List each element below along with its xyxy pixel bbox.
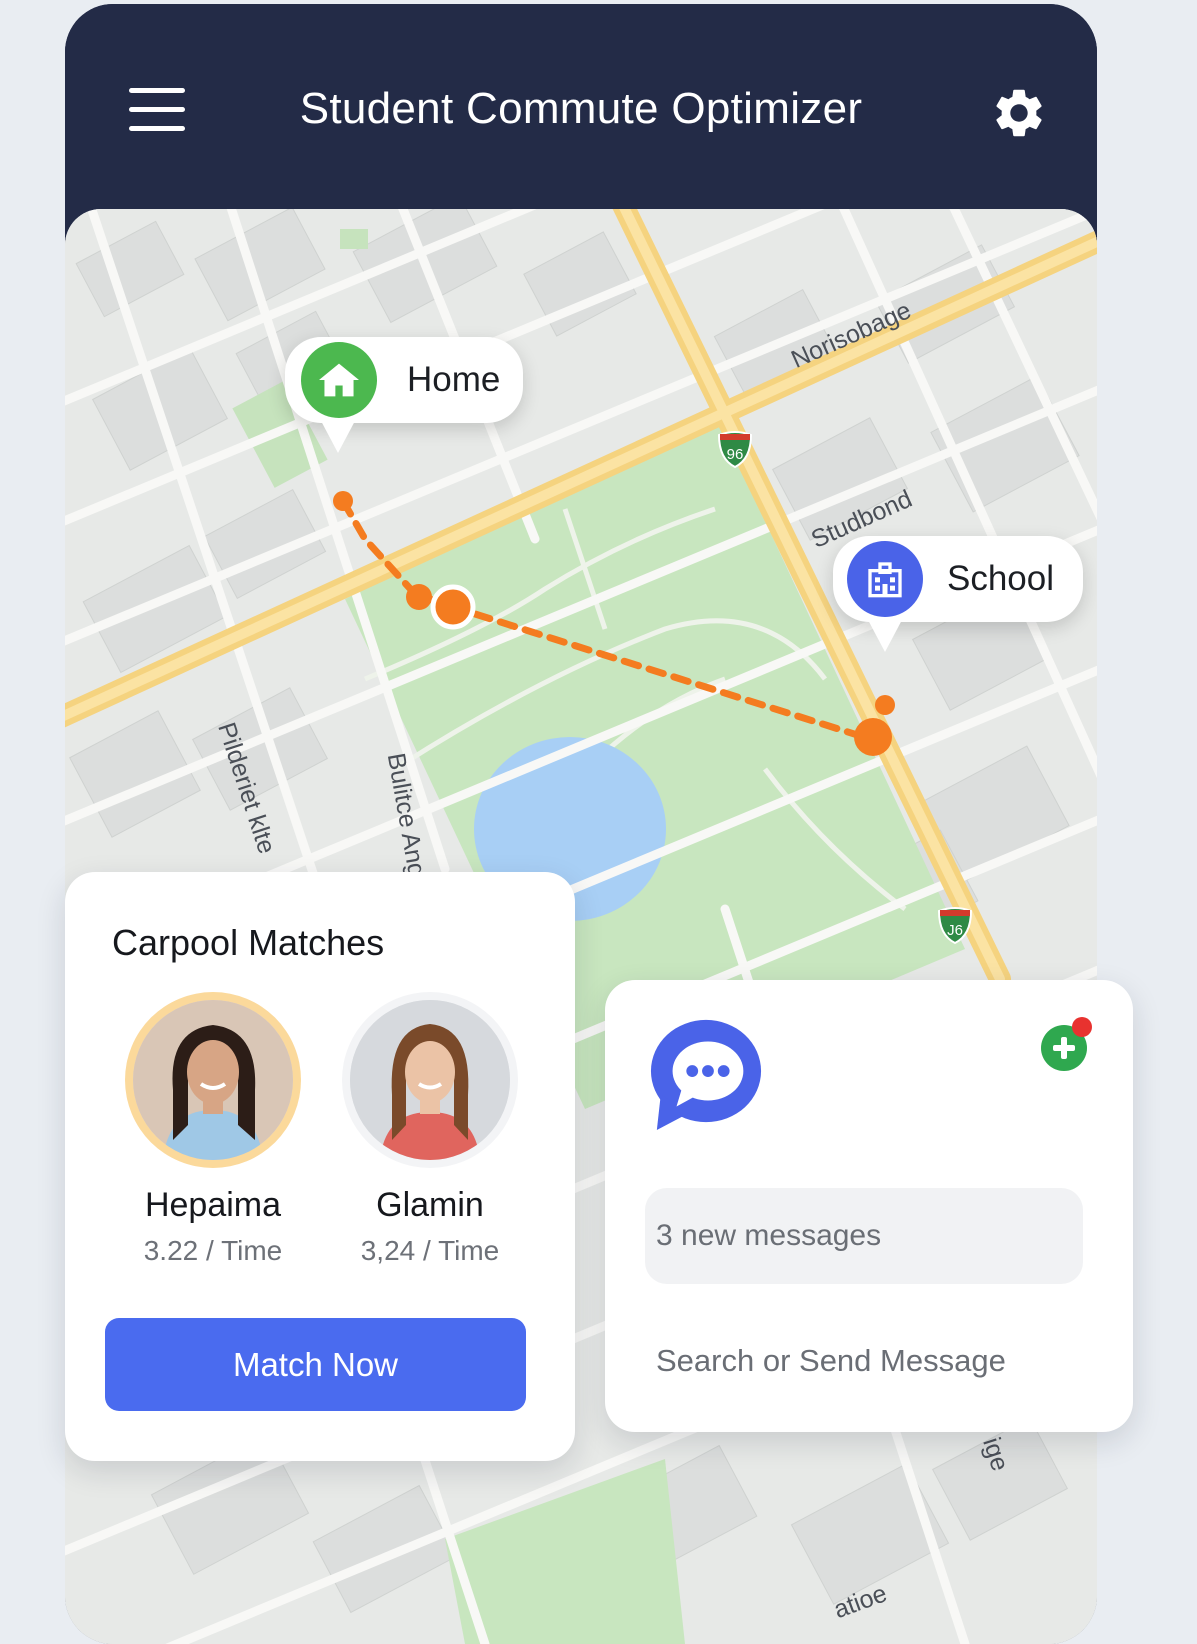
match-time: 3.22 / Time <box>143 1235 283 1266</box>
message-search-input[interactable] <box>645 1326 1083 1396</box>
carpool-title: Carpool Matches <box>112 922 385 963</box>
school-pin-label: School <box>947 559 1055 598</box>
new-messages-indicator[interactable]: 3 new messages <box>645 1188 1083 1284</box>
highway-shield-icon: J6 <box>937 907 973 945</box>
school-pin[interactable]: School <box>833 536 1083 652</box>
house-icon <box>301 342 377 418</box>
carpool-matches-card: Carpool Matches Hepaima 3.22 / Time Glam… <box>65 872 575 1461</box>
carpool-match-item[interactable]: Glamin 3,24 / Time <box>335 1000 525 1267</box>
match-name: Hepaima <box>144 1186 282 1224</box>
shield-number-top: 96 <box>727 446 744 463</box>
shield-number-bottom: J6 <box>947 922 963 939</box>
match-name: Glamin <box>376 1186 484 1224</box>
school-building-icon <box>847 541 923 617</box>
match-now-button[interactable]: Match Now <box>105 1318 526 1411</box>
gear-icon[interactable] <box>990 84 1048 142</box>
app-header: Student Commute Optimizer <box>65 4 1097 234</box>
add-contact-icon[interactable] <box>1038 1016 1094 1072</box>
chat-bubble-icon[interactable] <box>647 1016 765 1132</box>
home-pin[interactable]: Home <box>285 337 523 453</box>
carpool-match-item[interactable]: Hepaima 3.22 / Time <box>118 1000 308 1267</box>
page-title: Student Commute Optimizer <box>299 84 863 133</box>
match-time: 3,24 / Time <box>360 1235 500 1266</box>
messages-card: 3 new messages <box>605 980 1133 1432</box>
home-pin-label: Home <box>407 360 501 399</box>
avatar <box>133 1000 293 1160</box>
highway-shield-icon: 96 <box>717 431 753 469</box>
avatar <box>350 1000 510 1160</box>
